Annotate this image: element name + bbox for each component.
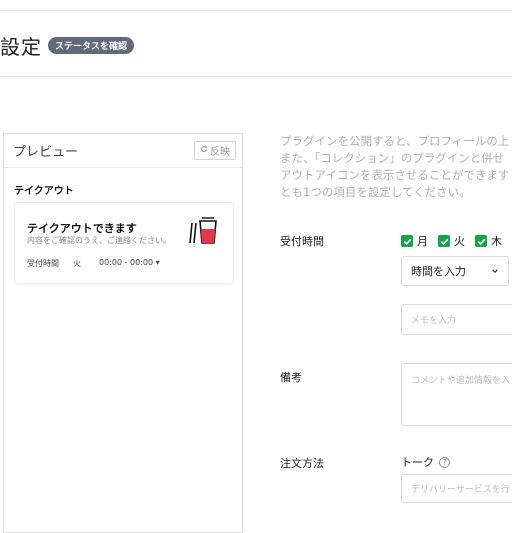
- description-line: アウトアイコンを表示させることができます: [280, 168, 510, 182]
- day-checkbox-tue[interactable]: 火: [438, 233, 465, 249]
- help-icon[interactable]: ?: [439, 456, 450, 468]
- note-label: 備考: [280, 371, 302, 384]
- day-label: 火: [454, 235, 465, 248]
- status-badge[interactable]: ステータスを確認: [48, 36, 135, 54]
- talk-label: トーク: [401, 456, 434, 469]
- card-day: 火: [73, 259, 81, 268]
- day-checkbox-thu[interactable]: 木: [475, 233, 502, 249]
- header-divider: [0, 76, 512, 77]
- checkbox-checked-icon[interactable]: [438, 235, 450, 247]
- day-checkboxes: 月 火 木: [401, 233, 502, 249]
- day-label: 月: [417, 235, 428, 248]
- preview-header: プレビュー 反映: [4, 134, 242, 168]
- card-subtitle: 内容をご確認のうえ、ご連絡ください。: [27, 236, 171, 245]
- description-line: また、「コレクション」のプラグインと併せ: [280, 151, 505, 165]
- takeout-cup-icon: [187, 215, 219, 247]
- page-title: 設定: [0, 34, 42, 59]
- card-time: 00:00 - 00:00 ▾: [99, 258, 160, 267]
- time-select[interactable]: 時間を入力: [401, 256, 509, 286]
- day-label: 木: [491, 235, 502, 248]
- preview-title: プレビュー: [13, 145, 79, 160]
- card-hours-label: 受付時間: [27, 259, 59, 268]
- hours-label: 受付時間: [280, 235, 324, 248]
- chevron-down-icon: [491, 265, 499, 278]
- memo-input[interactable]: メモを入力: [401, 304, 512, 335]
- takeout-card: テイクアウトできます 内容をご確認のうえ、ご連絡ください。 受付時間 火 00:…: [14, 202, 234, 284]
- checkbox-checked-icon[interactable]: [401, 235, 413, 247]
- preview-panel: プレビュー 反映 テイクアウト テイクアウトできます 内容をご確認のうえ、ご連絡…: [3, 133, 243, 533]
- day-checkbox-mon[interactable]: 月: [401, 233, 428, 249]
- refresh-label: 反映: [210, 147, 230, 158]
- time-select-value: 時間を入力: [411, 265, 466, 278]
- preview-section-label: テイクアウト: [14, 186, 74, 197]
- order-method-label: 注文方法: [280, 457, 324, 470]
- refresh-icon: [200, 145, 208, 156]
- card-hours-row: 受付時間 火 00:00 - 00:00 ▾: [27, 258, 160, 269]
- description-line: とも1つの項目を設定してください。: [280, 185, 471, 199]
- talk-option: トーク ?: [401, 454, 450, 470]
- note-textarea[interactable]: コメントや追加情報を入: [401, 363, 512, 426]
- refresh-button[interactable]: 反映: [194, 141, 236, 160]
- card-title: テイクアウトできます: [27, 222, 137, 235]
- plugin-description: プラグインを公開すると、プロフィールの上 また、「コレクション」のプラグインと併…: [280, 133, 512, 201]
- top-divider: [0, 10, 512, 11]
- checkbox-checked-icon[interactable]: [475, 235, 487, 247]
- description-line: プラグインを公開すると、プロフィールの上: [280, 134, 510, 148]
- page-header: 設定 ステータスを確認: [0, 30, 135, 60]
- delivery-input[interactable]: デリバリーサービスを行: [401, 474, 512, 503]
